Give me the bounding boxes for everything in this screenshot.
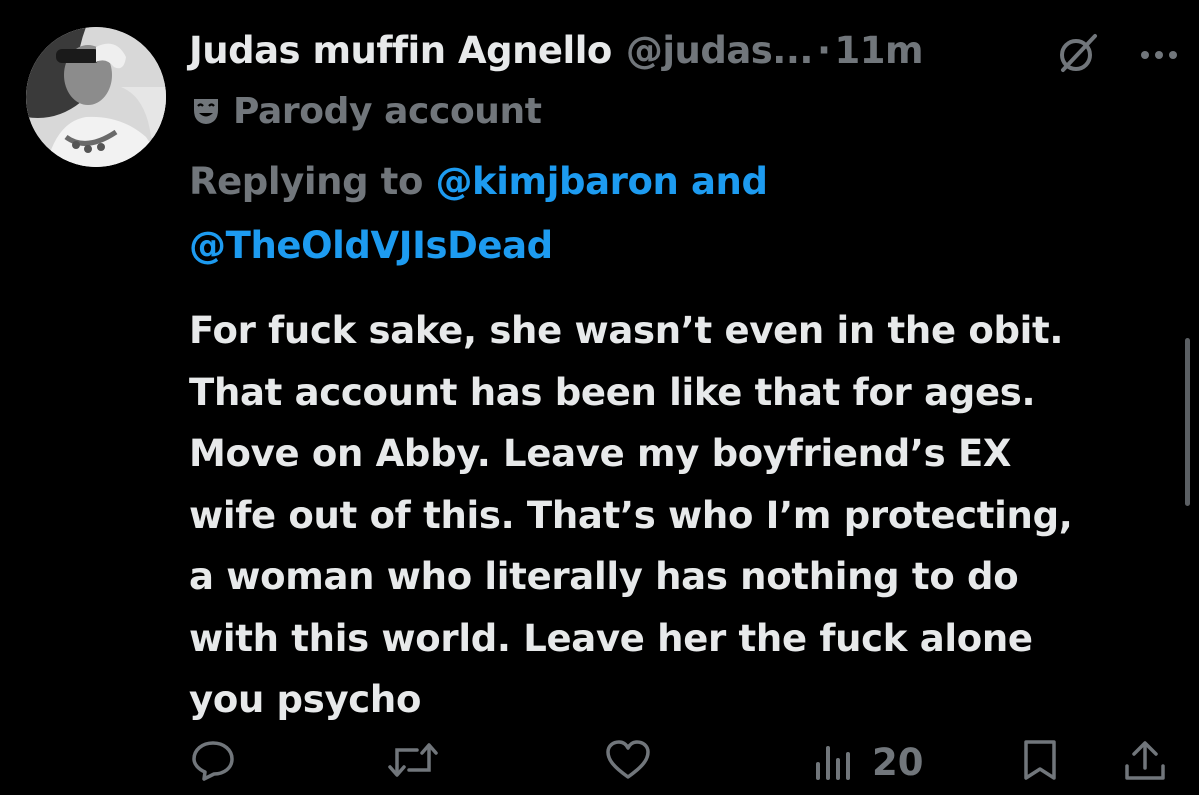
scrollbar[interactable] <box>1185 338 1190 506</box>
views-icon <box>812 738 860 786</box>
tweet-content: Judas muffin Agnello @judas... · 11m Par… <box>189 20 1179 731</box>
more-options-icon[interactable] <box>1139 46 1179 65</box>
mention-link[interactable]: @kimjbaron <box>435 160 678 203</box>
reply-button[interactable] <box>190 740 236 784</box>
header-actions <box>1055 30 1179 80</box>
parody-badge: Parody account <box>189 84 1179 138</box>
retweet-button[interactable] <box>385 740 441 784</box>
bookmark-button[interactable] <box>1020 740 1060 784</box>
share-button[interactable] <box>1122 740 1168 784</box>
separator-dot: · <box>816 28 831 72</box>
views-button[interactable]: 20 <box>812 740 924 784</box>
user-handle[interactable]: @judas... <box>626 29 814 72</box>
reply-prefix: Replying to <box>189 160 423 203</box>
display-name[interactable]: Judas muffin Agnello <box>189 29 612 72</box>
avatar[interactable] <box>26 27 166 167</box>
timestamp[interactable]: 11m <box>835 29 924 72</box>
reply-context: Replying to @kimjbaron and @TheOldVJIsDe… <box>189 150 1179 278</box>
like-icon <box>604 738 652 786</box>
retweet-icon <box>385 738 441 786</box>
tweet-header: Judas muffin Agnello @judas... · 11m <box>189 20 1179 80</box>
avatar-image <box>26 27 166 167</box>
like-button[interactable] <box>604 740 652 784</box>
action-bar: 20 <box>0 740 1199 784</box>
mention-link[interactable]: @TheOldVJIsDead <box>189 224 553 267</box>
bookmark-icon <box>1020 738 1060 786</box>
mention-joiner[interactable]: and <box>691 160 768 203</box>
reply-icon <box>190 738 236 786</box>
views-count: 20 <box>872 740 924 784</box>
tweet-text: For fuck sake, she wasn’t even in the ob… <box>189 309 1073 721</box>
theater-mask-icon <box>191 96 221 126</box>
share-icon <box>1122 738 1168 786</box>
grok-icon[interactable] <box>1055 30 1101 80</box>
parody-label: Parody account <box>233 90 542 132</box>
